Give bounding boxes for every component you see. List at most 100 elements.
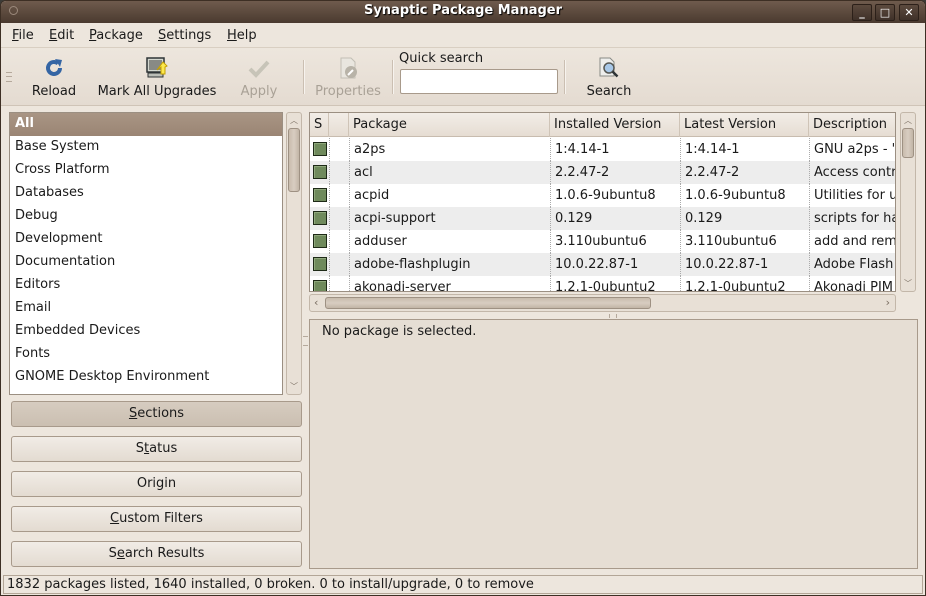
pane-resize-handle[interactable] xyxy=(303,336,308,346)
scroll-up-icon[interactable]: ︿ xyxy=(287,115,301,126)
minimize-button[interactable]: _ xyxy=(852,4,872,21)
installed-status-icon[interactable] xyxy=(313,142,327,156)
properties-button[interactable]: Properties xyxy=(313,54,383,100)
column-header-status[interactable]: S xyxy=(310,113,329,137)
column-header-latest-version[interactable]: Latest Version xyxy=(680,113,809,137)
btn-text: ections xyxy=(137,406,185,421)
installed-version-cell: 0.129 xyxy=(550,207,680,230)
table-header: S Package Installed Version Latest Versi… xyxy=(310,113,895,137)
no-selection-message: No package is selected. xyxy=(322,324,477,339)
scroll-left-icon[interactable]: ‹ xyxy=(314,296,318,309)
description-cell: Akonadi PIM xyxy=(809,276,895,291)
section-item[interactable]: GNOME Desktop Environment xyxy=(10,366,282,389)
btn-text: S xyxy=(135,441,145,456)
section-item[interactable]: Development xyxy=(10,228,282,251)
support-cell xyxy=(329,276,349,291)
table-row[interactable]: adobe-flashplugin 10.0.22.87-1 10.0.22.87-… xyxy=(310,253,895,276)
properties-icon xyxy=(340,57,357,79)
reload-label: Reload xyxy=(31,84,77,99)
search-label: Search xyxy=(586,84,632,99)
status-bar: 1832 packages listed, 1640 installed, 0 … xyxy=(3,575,923,594)
toolbar-separator xyxy=(564,60,566,94)
scrollbar-thumb[interactable] xyxy=(288,128,300,192)
status-button[interactable]: Status xyxy=(11,436,302,462)
installed-status-icon[interactable] xyxy=(313,211,327,225)
column-header-support[interactable] xyxy=(329,113,349,137)
menu-label: ackage xyxy=(96,28,143,43)
menu-package[interactable]: Package xyxy=(89,28,143,43)
search-button[interactable]: Search xyxy=(583,54,635,100)
reload-button[interactable]: Reload xyxy=(29,54,79,100)
reload-icon xyxy=(46,59,62,76)
btn-text: S xyxy=(108,546,117,561)
installed-status-icon[interactable] xyxy=(313,257,327,271)
table-row[interactable]: akonadi-server 1.2.1-0ubuntu2 1.2.1-0ubunt… xyxy=(310,276,895,291)
maximize-button[interactable]: □ xyxy=(875,4,895,21)
section-item[interactable]: Fonts xyxy=(10,343,282,366)
column-header-installed-version[interactable]: Installed Version xyxy=(550,113,680,137)
section-item[interactable]: Base System xyxy=(10,136,282,159)
mnemonic: H xyxy=(227,28,237,43)
description-cell: Utilities for using xyxy=(809,184,895,207)
toolbar-grip[interactable] xyxy=(6,72,12,82)
properties-label: Properties xyxy=(315,84,381,99)
btn-text: ustom Filters xyxy=(119,511,203,526)
latest-version-cell: 2.2.47-2 xyxy=(680,161,809,184)
installed-version-cell: 3.110ubuntu6 xyxy=(550,230,680,253)
section-item[interactable]: Documentation xyxy=(10,251,282,274)
support-cell xyxy=(329,161,349,184)
package-name-cell: adobe-flashplugin xyxy=(349,253,550,276)
installed-status-icon[interactable] xyxy=(313,280,327,291)
installed-status-icon[interactable] xyxy=(313,188,327,202)
description-cell: Access control xyxy=(809,161,895,184)
origin-button[interactable]: Origin xyxy=(11,471,302,497)
table-row[interactable]: a2ps 1:4.14-1 1:4.14-1 GNU a2ps - 'A xyxy=(310,138,895,161)
quick-search-input[interactable] xyxy=(400,69,558,94)
table-row[interactable]: adduser 3.110ubuntu6 3.110ubuntu6 add and r… xyxy=(310,230,895,253)
scroll-right-icon[interactable]: › xyxy=(886,296,890,309)
package-table: S Package Installed Version Latest Versi… xyxy=(309,112,896,292)
scrollbar-thumb[interactable] xyxy=(902,128,914,158)
section-item[interactable]: Embedded Devices xyxy=(10,320,282,343)
package-details-panel: No package is selected. xyxy=(309,319,918,569)
package-name-cell: a2ps xyxy=(349,138,550,161)
installed-version-cell: 1.0.6-9ubuntu8 xyxy=(550,184,680,207)
pane-resize-handle[interactable] xyxy=(609,314,617,318)
table-row[interactable]: acpi-support0.1290.129scripts for handli… xyxy=(310,207,895,230)
menu-settings[interactable]: Settings xyxy=(158,28,211,43)
sections-button[interactable]: Sections xyxy=(11,401,302,427)
title-bar[interactable]: Synaptic Package Manager _ □ ✕ xyxy=(1,1,925,23)
installed-status-icon[interactable] xyxy=(313,165,327,179)
table-row[interactable]: acpid 1.0.6-9ubuntu8 1.0.6-9ubuntu8 Utiliti… xyxy=(310,184,895,207)
toolbar-separator xyxy=(303,60,305,94)
menu-edit[interactable]: Edit xyxy=(49,28,74,43)
apply-button[interactable]: Apply xyxy=(237,54,281,100)
scrollbar-thumb[interactable] xyxy=(325,297,651,309)
mnemonic: S xyxy=(128,406,138,421)
close-button[interactable]: ✕ xyxy=(899,4,919,21)
custom-filters-button[interactable]: Custom Filters xyxy=(11,506,302,532)
mark-all-upgrades-button[interactable]: Mark All Upgrades xyxy=(97,54,217,100)
menu-help[interactable]: Help xyxy=(227,28,257,43)
menu-file[interactable]: File xyxy=(12,28,34,43)
section-item[interactable]: Debug xyxy=(10,205,282,228)
installed-status-icon[interactable] xyxy=(313,234,327,248)
section-list[interactable]: All Base System Cross Platform Databases… xyxy=(9,112,283,395)
section-item[interactable]: Databases xyxy=(10,182,282,205)
section-item[interactable]: Email xyxy=(10,297,282,320)
scroll-down-icon[interactable]: ﹀ xyxy=(901,278,915,289)
package-table-hscrollbar[interactable]: ‹ › xyxy=(309,294,896,312)
search-results-button[interactable]: Search Results xyxy=(11,541,302,567)
column-header-package[interactable]: Package xyxy=(349,113,550,137)
scroll-up-icon[interactable]: ︿ xyxy=(901,115,915,126)
section-item[interactable]: Editors xyxy=(10,274,282,297)
installed-version-cell: 1.2.1-0ubuntu2 xyxy=(550,276,680,291)
column-header-description[interactable]: Description xyxy=(809,113,895,137)
mnemonic: E xyxy=(49,28,58,43)
section-list-scrollbar[interactable]: ︿ ﹀ xyxy=(286,112,302,395)
package-table-vscrollbar[interactable]: ︿ ﹀ xyxy=(900,112,916,292)
table-row[interactable]: acl2.2.47-22.2.47-2Access control xyxy=(310,161,895,184)
scroll-down-icon[interactable]: ﹀ xyxy=(287,381,301,392)
section-item[interactable]: Cross Platform xyxy=(10,159,282,182)
section-item-all[interactable]: All xyxy=(10,113,282,136)
